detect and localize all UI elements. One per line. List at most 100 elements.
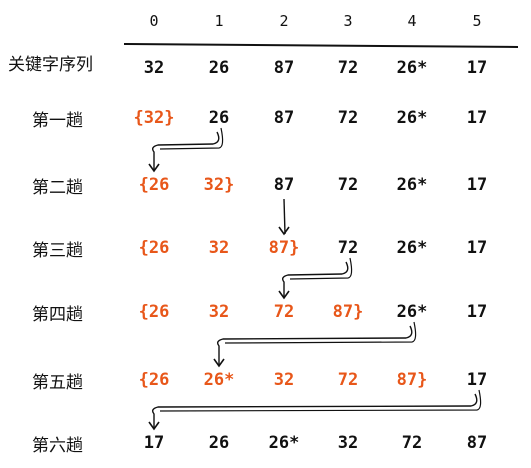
- sorted-value: 87}: [397, 370, 428, 390]
- open-brace: {: [138, 175, 149, 195]
- unsorted-value: 26*: [397, 302, 428, 322]
- sorted-value: 26*: [204, 370, 235, 390]
- value-text: 32: [208, 238, 230, 258]
- close-brace: }: [224, 175, 235, 195]
- value-text: 17: [143, 433, 165, 453]
- unsorted-value: 17: [467, 238, 487, 258]
- initial-value: 87: [273, 58, 295, 78]
- sorted-value: {26: [139, 175, 170, 195]
- unsorted-value: 26: [209, 108, 229, 128]
- value-text: 26*: [396, 108, 428, 128]
- pass-label: 第五趟: [32, 373, 83, 393]
- sorted-value: 32: [209, 238, 229, 258]
- value-text: 26: [148, 238, 170, 258]
- move-arrow-line: [151, 131, 220, 171]
- move-stroke-echo: [224, 321, 417, 344]
- pass-label: 第四趟: [32, 305, 83, 325]
- value-text: 17: [466, 370, 488, 390]
- value-text: 26*: [396, 302, 428, 322]
- pass-label: 第一趟: [32, 111, 83, 131]
- insertion-sort-diagram: 0 1 2 3 4 5 关键字序列 32 26 87 72 26* 17 第一趟 {32} 26 87 72…: [0, 0, 531, 468]
- unsorted-value: 87: [467, 433, 487, 453]
- sorted-value: 87}: [269, 238, 300, 258]
- pass-label: 第六趟: [32, 436, 83, 456]
- sorted-value: 32}: [204, 175, 235, 195]
- initial-value: 26: [208, 58, 230, 78]
- value-text: 87: [466, 433, 488, 453]
- value-text: 87: [268, 238, 290, 258]
- initial-value: 26*: [396, 58, 428, 78]
- sorted-value: {26: [139, 302, 170, 322]
- value-text: 26: [208, 433, 230, 453]
- value-text: 32: [273, 370, 295, 390]
- unsorted-value: 26*: [397, 175, 428, 195]
- close-brace: }: [164, 108, 175, 128]
- value-text: 17: [466, 175, 488, 195]
- unsorted-value: 87: [274, 175, 294, 195]
- sorted-value: {32}: [134, 108, 175, 128]
- value-text: 32: [337, 433, 359, 453]
- value-text: 32: [208, 302, 230, 322]
- unsorted-value: 17: [467, 175, 487, 195]
- index-2: 2: [279, 12, 289, 30]
- value-text: 72: [337, 238, 359, 258]
- value-text: 26*: [396, 238, 428, 258]
- unsorted-value: 72: [338, 238, 358, 258]
- value-text: 72: [337, 370, 359, 390]
- value-text: 17: [466, 238, 488, 258]
- move-arrow-line: [281, 261, 349, 298]
- value-text: 72: [273, 302, 295, 322]
- sorted-value: 32: [274, 370, 294, 390]
- unsorted-value: 17: [467, 302, 487, 322]
- move-arrow-line: [283, 198, 286, 235]
- move-stroke-echo: [159, 389, 482, 412]
- initial-value: 17: [466, 58, 488, 78]
- unsorted-value: 72: [402, 433, 422, 453]
- value-text: 26: [148, 175, 170, 195]
- value-text: 72: [337, 175, 359, 195]
- arrow-head-icon: [278, 226, 290, 236]
- open-brace: {: [138, 370, 149, 390]
- unsorted-value: 32: [338, 433, 358, 453]
- value-text: 26*: [268, 433, 300, 453]
- value-text: 17: [466, 302, 488, 322]
- index-5: 5: [472, 12, 482, 30]
- header-underline: [123, 43, 519, 48]
- sorted-value: 72: [338, 370, 358, 390]
- close-brace: }: [353, 302, 364, 322]
- unsorted-value: 17: [467, 370, 487, 390]
- value-text: 72: [337, 108, 359, 128]
- open-brace: {: [138, 302, 149, 322]
- unsorted-value: 26: [209, 433, 229, 453]
- unsorted-value: 17: [144, 433, 164, 453]
- index-4: 4: [407, 12, 417, 30]
- index-3: 3: [343, 12, 353, 30]
- index-1: 1: [214, 12, 224, 30]
- close-brace: }: [289, 238, 300, 258]
- value-text: 26: [208, 108, 230, 128]
- header-label: 关键字序列: [8, 55, 93, 75]
- value-text: 32: [203, 175, 225, 195]
- unsorted-value: 72: [338, 175, 358, 195]
- value-text: 72: [401, 433, 423, 453]
- move-arrow-line: [151, 393, 478, 429]
- move-arrow-line: [216, 325, 413, 366]
- pass-label: 第二趟: [32, 178, 83, 198]
- unsorted-value: 87: [274, 108, 294, 128]
- sorted-value: {26: [139, 370, 170, 390]
- unsorted-value: 72: [338, 108, 358, 128]
- move-stroke-echo: [289, 257, 353, 280]
- sorted-value: 87}: [333, 302, 364, 322]
- value-text: 87: [396, 370, 418, 390]
- unsorted-value: 26*: [397, 238, 428, 258]
- move-stroke-echo: [159, 127, 224, 150]
- value-text: 26*: [203, 370, 235, 390]
- open-brace: {: [133, 108, 144, 128]
- index-0: 0: [149, 12, 159, 30]
- value-text: 26*: [396, 175, 428, 195]
- value-text: 32: [143, 108, 165, 128]
- open-brace: {: [138, 238, 149, 258]
- value-text: 87: [273, 108, 295, 128]
- value-text: 26: [148, 370, 170, 390]
- sorted-value: {26: [139, 238, 170, 258]
